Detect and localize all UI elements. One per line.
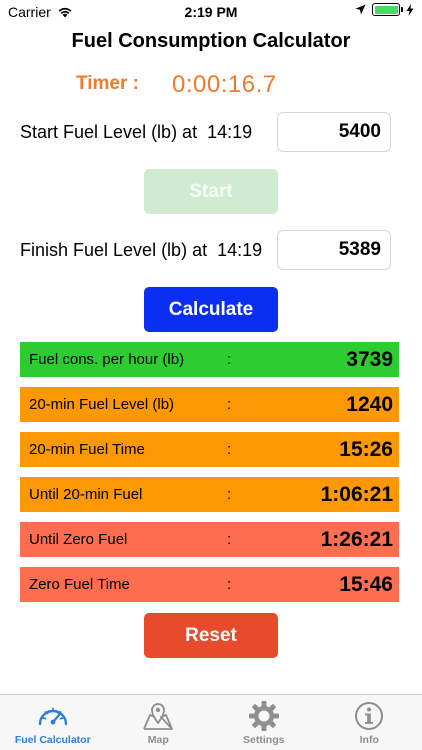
result-row-zero-time: Zero Fuel Time : 15:46 [20,567,399,602]
charging-bolt-icon [406,3,414,16]
result-colon: : [227,531,232,548]
status-bar: Carrier 2:19 PM [0,0,422,24]
tab-map[interactable]: Map [106,695,212,750]
result-value: 15:26 [339,437,393,461]
result-row-fuel-cons: Fuel cons. per hour (lb) : 3739 [20,342,399,377]
tab-settings[interactable]: Settings [211,695,317,750]
start-fuel-input[interactable] [277,112,391,152]
result-value: 15:46 [339,572,393,596]
start-fuel-label: Start Fuel Level (lb) at 14:19 [20,122,252,143]
tab-bar: Fuel Calculator Map Settings Info [0,694,422,750]
battery-icon [372,3,403,16]
result-label: Until 20-min Fuel [29,486,143,503]
result-colon: : [227,441,232,458]
status-right [355,3,414,16]
result-value: 1240 [346,392,393,416]
reset-button[interactable]: Reset [144,613,278,658]
result-label: 20-min Fuel Level (lb) [29,396,175,413]
result-row-20min-level: 20-min Fuel Level (lb) : 1240 [20,387,399,422]
tab-info[interactable]: Info [317,695,422,750]
result-row-until-20min: Until 20-min Fuel : 1:06:21 [20,477,399,512]
tab-label: Info [359,734,379,746]
timer-value: 0:00:16.7 [172,71,277,98]
result-row-until-zero: Until Zero Fuel : 1:26:21 [20,522,399,557]
result-label: Fuel cons. per hour (lb) [29,351,185,368]
gauge-icon [36,701,70,731]
result-label: 20-min Fuel Time [29,441,145,458]
tab-label: Fuel Calculator [14,734,91,746]
result-value: 3739 [346,347,393,371]
result-colon: : [227,351,232,368]
tab-label: Map [147,734,169,746]
timer-label: Timer : [76,73,140,94]
finish-fuel-label: Finish Fuel Level (lb) at 14:19 [20,240,262,261]
location-arrow-icon [355,4,366,15]
result-colon: : [227,576,232,593]
result-label: Until Zero Fuel [29,531,128,548]
start-button[interactable]: Start [144,169,278,214]
calculate-button[interactable]: Calculate [144,287,278,332]
result-value: 1:26:21 [320,527,393,551]
result-value: 1:06:21 [320,482,393,506]
result-colon: : [227,486,232,503]
tab-fuel-calculator[interactable]: Fuel Calculator [0,695,106,750]
result-label: Zero Fuel Time [29,576,130,593]
map-icon [141,701,175,731]
start-fuel-time: 14:19 [207,122,253,142]
gear-icon [247,701,281,731]
start-fuel-label-text: Start Fuel Level (lb) at [20,122,198,142]
page-title: Fuel Consumption Calculator [71,30,351,52]
finish-fuel-time: 14:19 [217,240,263,260]
finish-fuel-input[interactable] [277,230,391,270]
result-colon: : [227,396,232,413]
finish-fuel-label-text: Finish Fuel Level (lb) at [20,240,208,260]
result-row-20min-time: 20-min Fuel Time : 15:26 [20,432,399,467]
info-icon [352,701,386,731]
tab-label: Settings [243,734,285,746]
